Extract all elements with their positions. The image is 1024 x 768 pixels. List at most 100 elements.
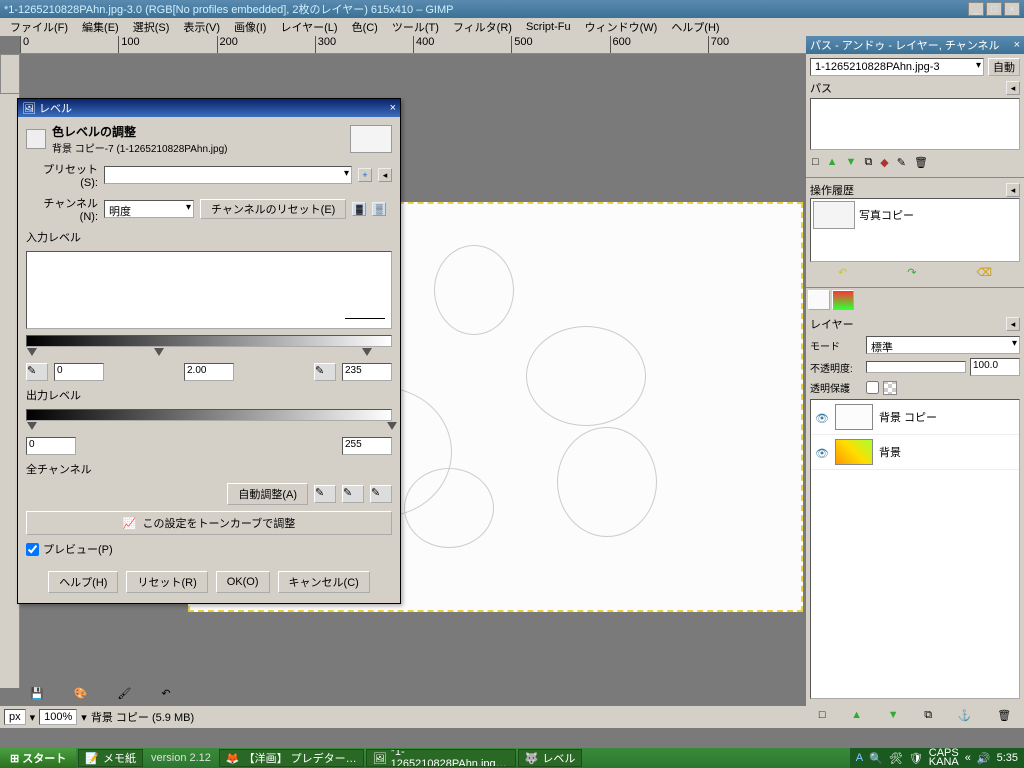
menu-select[interactable]: 選択(S) <box>127 18 176 36</box>
undo-icon[interactable]: ↶ <box>161 687 170 700</box>
clear-history-icon[interactable]: ⌫ <box>976 266 992 279</box>
ime-icon[interactable]: A <box>856 752 863 764</box>
dialog-close-icon[interactable]: × <box>390 102 396 114</box>
path-sel-icon[interactable]: ◆ <box>880 156 888 169</box>
history-list[interactable]: 写真コピー <box>810 198 1020 262</box>
save-icon[interactable]: 💾 <box>30 687 44 700</box>
channel-reset-button[interactable]: チャンネルのリセット(E) <box>200 199 346 219</box>
menu-file[interactable]: ファイル(F) <box>4 18 74 36</box>
clock[interactable]: 5:35 <box>997 752 1018 764</box>
opacity-slider[interactable] <box>866 361 966 373</box>
reset-button[interactable]: リセット(R) <box>126 571 207 593</box>
layer-anchor-icon[interactable]: ⚓ <box>958 709 972 722</box>
undo-icon[interactable]: ↶ <box>838 266 847 279</box>
preset-selector[interactable] <box>104 166 352 184</box>
layer-item[interactable]: 👁 背景 <box>811 435 1019 470</box>
lock-alpha-checkbox[interactable] <box>866 381 879 394</box>
shield-icon[interactable]: 🛡 <box>909 752 923 765</box>
paths-menu-icon[interactable]: ◂ <box>1006 81 1020 95</box>
task-item[interactable]: 📝メモ紙 <box>78 749 143 767</box>
close-button[interactable]: × <box>1004 2 1020 16</box>
task-item[interactable]: 🐺レベル <box>518 749 583 767</box>
menu-edit[interactable]: 編集(E) <box>76 18 125 36</box>
task-item[interactable]: 🦊【洋画】 プレデター… <box>219 749 364 767</box>
dialog-titlebar[interactable]: 🖼 レベル × <box>18 99 400 117</box>
help-button[interactable]: ヘルプ(H) <box>48 571 118 593</box>
preset-menu-icon[interactable]: ◂ <box>378 168 392 182</box>
input-gamma[interactable]: 2.00 <box>184 363 234 381</box>
tonecurve-button[interactable]: 📈 この設定をトーンカーブで調整 <box>26 511 392 535</box>
dock-close-icon[interactable]: × <box>1014 39 1020 51</box>
layers-menu-icon[interactable]: ◂ <box>1006 317 1020 331</box>
input-high[interactable]: 235 <box>342 363 392 381</box>
menu-tool[interactable]: ツール(T) <box>386 18 445 36</box>
menu-help[interactable]: ヘルプ(H) <box>665 18 725 36</box>
pick-gray-icon[interactable]: ✎ <box>342 485 364 503</box>
output-label: 出力レベル <box>26 387 392 403</box>
tab-channels[interactable] <box>832 290 854 310</box>
start-button[interactable]: ⊞ スタート <box>0 748 76 768</box>
path-dup-icon[interactable]: ⧉ <box>864 156 872 169</box>
mode-selector[interactable]: 標準 <box>866 336 1020 354</box>
eye-icon[interactable]: 👁 <box>815 412 829 422</box>
path-up-icon[interactable]: ▲ <box>827 156 838 169</box>
history-item[interactable]: 写真コピー <box>811 199 1019 231</box>
path-down-icon[interactable]: ▼ <box>846 156 857 169</box>
layer-item[interactable]: 👁 背景 コピー <box>811 400 1019 435</box>
minimize-button[interactable]: _ <box>968 2 984 16</box>
menu-window[interactable]: ウィンドウ(W) <box>579 18 664 36</box>
layer-down-icon[interactable]: ▼ <box>888 709 899 722</box>
image-selector[interactable]: 1-1265210828PAhn.jpg-3 <box>810 58 984 76</box>
task-item[interactable]: 🖼*1-1265210828PAhn.jpg… <box>366 749 516 767</box>
cancel-button[interactable]: キャンセル(C) <box>278 571 370 593</box>
black-picker-icon[interactable]: ✎ <box>26 363 48 381</box>
layer-del-icon[interactable]: 🗑 <box>997 709 1011 722</box>
histogram-log-icon[interactable]: ▒ <box>372 202 386 216</box>
histogram-linear-icon[interactable]: ▓ <box>352 202 366 216</box>
search-icon[interactable]: 🔍 <box>869 752 883 765</box>
pick-white-icon[interactable]: ✎ <box>370 485 392 503</box>
layer-list[interactable]: 👁 背景 コピー 👁 背景 <box>810 399 1020 699</box>
auto-button[interactable]: 自動 <box>988 58 1020 76</box>
volume-icon[interactable]: 🔊 <box>977 752 991 765</box>
layer-up-icon[interactable]: ▲ <box>851 709 862 722</box>
menu-layer[interactable]: レイヤー(L) <box>274 18 343 36</box>
layer-dup-icon[interactable]: ⧉ <box>924 709 932 722</box>
tool-icon[interactable]: 🛠 <box>889 752 903 765</box>
palette-icon[interactable]: 🎨 <box>74 687 88 700</box>
collapsed-dock[interactable] <box>0 54 20 94</box>
ok-button[interactable]: OK(O) <box>216 571 270 593</box>
brush-icon[interactable]: 🖌 <box>117 687 131 700</box>
unit-selector[interactable]: px <box>4 709 26 725</box>
output-gradient[interactable] <box>26 409 392 421</box>
input-gradient[interactable] <box>26 335 392 347</box>
output-high[interactable]: 255 <box>342 437 392 455</box>
white-picker-icon[interactable]: ✎ <box>314 363 336 381</box>
maximize-button[interactable]: □ <box>986 2 1002 16</box>
expand-tray-icon[interactable]: « <box>965 752 971 764</box>
tab-layers[interactable] <box>808 290 830 310</box>
path-del-icon[interactable]: 🗑 <box>914 156 928 169</box>
channel-selector[interactable]: 明度 <box>104 200 194 218</box>
paths-list[interactable] <box>810 98 1020 150</box>
menu-image[interactable]: 画像(I) <box>228 18 272 36</box>
pick-black-icon[interactable]: ✎ <box>314 485 336 503</box>
dock-titlebar[interactable]: パス - アンドゥ - レイヤー, チャンネル × <box>806 36 1024 54</box>
output-low[interactable]: 0 <box>26 437 76 455</box>
path-new-icon[interactable]: □ <box>812 156 819 169</box>
opacity-value[interactable]: 100.0 <box>970 358 1020 376</box>
preview-checkbox[interactable] <box>26 543 39 556</box>
eye-icon[interactable]: 👁 <box>815 447 829 457</box>
input-low[interactable]: 0 <box>54 363 104 381</box>
path-stroke-icon[interactable]: ✎ <box>897 156 906 169</box>
zoom-selector[interactable]: 100% <box>39 709 77 725</box>
menu-scriptfu[interactable]: Script-Fu <box>520 20 577 34</box>
layer-new-icon[interactable]: □ <box>819 709 826 722</box>
redo-icon[interactable]: ↷ <box>907 266 916 279</box>
auto-adjust-button[interactable]: 自動調整(A) <box>227 483 308 505</box>
history-menu-icon[interactable]: ◂ <box>1006 183 1020 197</box>
menu-view[interactable]: 表示(V) <box>177 18 226 36</box>
menu-filter[interactable]: フィルタ(R) <box>447 18 518 36</box>
menu-color[interactable]: 色(C) <box>346 18 384 36</box>
preset-add-icon[interactable]: + <box>358 168 372 182</box>
